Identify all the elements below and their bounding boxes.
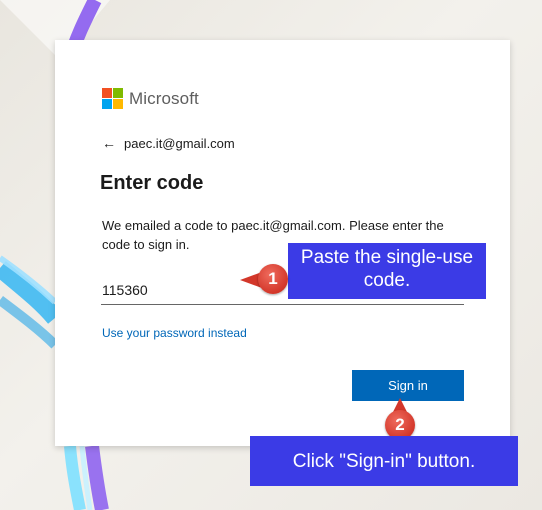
logo-square-green — [113, 88, 123, 98]
annotation-1-callout: Paste the single-use code. — [288, 243, 486, 299]
screen: Microsoft ← paec.it@gmail.com Enter code… — [0, 0, 542, 510]
microsoft-logo-icon — [102, 88, 123, 109]
page-title: Enter code — [100, 172, 204, 194]
logo-square-blue — [102, 99, 112, 109]
logo-square-yellow — [113, 99, 123, 109]
sign-in-button[interactable]: Sign in — [352, 370, 464, 401]
account-identity[interactable]: ← paec.it@gmail.com — [102, 135, 235, 151]
account-email: paec.it@gmail.com — [124, 135, 235, 151]
logo-square-red — [102, 88, 112, 98]
arrow-left-icon[interactable]: ← — [102, 135, 116, 151]
brand-name: Microsoft — [129, 88, 199, 108]
use-password-link[interactable]: Use your password instead — [102, 326, 247, 340]
annotation-2-callout: Click "Sign-in" button. — [250, 436, 518, 486]
microsoft-logo: Microsoft — [102, 88, 199, 109]
annotation-1-badge: 1 — [258, 264, 288, 294]
